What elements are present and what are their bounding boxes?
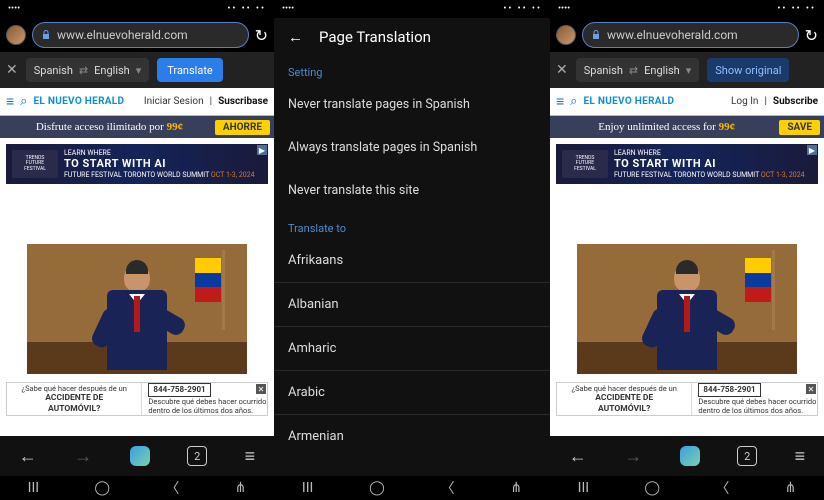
profile-avatar[interactable] bbox=[6, 25, 26, 45]
save-button[interactable]: AHORRE bbox=[215, 120, 270, 135]
copilot-icon[interactable] bbox=[130, 446, 150, 466]
promo-text: Enjoy unlimited access for 99¢ bbox=[554, 121, 779, 133]
recents-icon[interactable]: III bbox=[28, 480, 39, 496]
browser-nav: ← → 2 ≡ bbox=[550, 436, 824, 476]
url-text: www.elnuevoherald.com bbox=[57, 28, 188, 42]
url-box[interactable]: www.elnuevoherald.com bbox=[582, 22, 799, 48]
ad-close-icon[interactable]: ✕ bbox=[806, 384, 816, 394]
login-link[interactable]: Log In bbox=[731, 96, 758, 107]
refresh-icon[interactable]: ↻ bbox=[255, 26, 268, 45]
article-photo[interactable] bbox=[556, 244, 818, 374]
subscribe-link[interactable]: Subscribe bbox=[773, 96, 818, 107]
from-lang: Spanish bbox=[34, 64, 73, 77]
translate-button[interactable]: Translate bbox=[157, 58, 223, 82]
sysback-icon[interactable]: 〈 bbox=[441, 478, 455, 498]
sysback-icon[interactable]: 〈 bbox=[165, 478, 179, 498]
home-icon[interactable]: ◯ bbox=[94, 480, 110, 496]
close-icon[interactable]: ✕ bbox=[556, 62, 568, 78]
article-photo[interactable] bbox=[6, 244, 268, 374]
url-box[interactable]: www.elnuevoherald.com bbox=[32, 22, 249, 48]
translate-toolbar: ✕ Spanish ⇄ English ▾ Show original bbox=[550, 52, 824, 88]
ad-close-icon[interactable]: ▶ bbox=[257, 145, 267, 155]
forward-icon[interactable]: → bbox=[74, 446, 92, 467]
forward-icon[interactable]: → bbox=[624, 446, 642, 467]
section-translate-to: Translate to bbox=[274, 212, 550, 239]
ad-close-icon[interactable]: ✕ bbox=[256, 384, 266, 394]
language-selector[interactable]: Spanish ⇄ English ▾ bbox=[26, 58, 150, 82]
to-lang: English bbox=[94, 64, 130, 77]
lock-icon bbox=[591, 30, 601, 40]
back-icon[interactable]: ← bbox=[569, 446, 587, 467]
recents-icon[interactable]: III bbox=[578, 480, 589, 496]
brand-logo[interactable]: EL NUEVO HERALD bbox=[33, 96, 124, 107]
menu-icon[interactable]: ≡ bbox=[556, 93, 564, 110]
overflow-icon[interactable]: ≡ bbox=[245, 446, 256, 467]
status-bar: •••••• •• •• bbox=[274, 0, 550, 18]
address-bar: www.elnuevoherald.com ↻ bbox=[550, 18, 824, 52]
setting-never-translate-site[interactable]: Never translate this site bbox=[274, 169, 550, 212]
lang-option[interactable]: Afrikaans bbox=[274, 239, 550, 283]
ad-close-icon[interactable]: ▶ bbox=[807, 145, 817, 155]
url-text: www.elnuevoherald.com bbox=[607, 28, 738, 42]
address-bar: www.elnuevoherald.com ↻ bbox=[0, 18, 274, 52]
lock-icon bbox=[41, 30, 51, 40]
site-header: ≡⌕ EL NUEVO HERALD Iniciar Sesion | Susc… bbox=[0, 88, 274, 116]
lang-option[interactable]: Arabic bbox=[274, 371, 550, 415]
setting-never-translate-lang[interactable]: Never translate pages in Spanish bbox=[274, 83, 550, 126]
status-bar: •••••• •• •• bbox=[0, 0, 274, 18]
promo-banner: Enjoy unlimited access for 99¢ SAVE bbox=[550, 116, 824, 138]
fest-badge: TRENDSFUTUREFESTIVAL bbox=[562, 150, 608, 178]
tabs-button[interactable]: 2 bbox=[737, 446, 757, 466]
copilot-icon[interactable] bbox=[680, 446, 700, 466]
access-icon[interactable]: ⋔ bbox=[235, 480, 247, 496]
to-lang: English bbox=[644, 64, 680, 77]
search-icon[interactable]: ⌕ bbox=[20, 94, 27, 109]
page-title: Page Translation bbox=[319, 28, 431, 46]
menu-icon[interactable]: ≡ bbox=[6, 93, 14, 110]
browser-nav: ← → 2 ≡ bbox=[0, 436, 274, 476]
access-icon[interactable]: ⋔ bbox=[510, 480, 522, 496]
settings-header: ← Page Translation bbox=[274, 18, 550, 56]
site-header: ≡⌕ EL NUEVO HERALD Log In | Subscribe bbox=[550, 88, 824, 116]
home-icon[interactable]: ◯ bbox=[644, 480, 660, 496]
ad-top[interactable]: TRENDSFUTUREFESTIVAL LEARN WHERE TO STAR… bbox=[556, 144, 818, 184]
profile-avatar[interactable] bbox=[556, 25, 576, 45]
sysback-icon[interactable]: 〈 bbox=[715, 478, 729, 498]
translate-toolbar: ✕ Spanish ⇄ English ▾ Translate bbox=[0, 52, 274, 88]
ad-bottom[interactable]: ¿Sabe qué hacer después de un ACCIDENTE … bbox=[6, 382, 268, 416]
promo-text: Disfrute acceso ilimitado por 99¢ bbox=[4, 121, 215, 133]
system-nav: III ◯ 〈 ⋔ bbox=[274, 476, 550, 500]
login-link[interactable]: Iniciar Sesion bbox=[144, 96, 204, 107]
close-icon[interactable]: ✕ bbox=[6, 62, 18, 78]
refresh-icon[interactable]: ↻ bbox=[805, 26, 818, 45]
system-nav: III ◯ 〈 ⋔ bbox=[550, 476, 824, 500]
language-selector[interactable]: Spanish ⇄ English ▾ bbox=[576, 58, 700, 82]
search-icon[interactable]: ⌕ bbox=[570, 94, 577, 109]
status-bar: •••••• •• •• bbox=[550, 0, 824, 18]
setting-always-translate-lang[interactable]: Always translate pages in Spanish bbox=[274, 126, 550, 169]
ad-bottom[interactable]: ¿Sabe qué hacer después de un ACCIDENTE … bbox=[556, 382, 818, 416]
overflow-icon[interactable]: ≡ bbox=[795, 446, 806, 467]
access-icon[interactable]: ⋔ bbox=[785, 480, 797, 496]
section-setting: Setting bbox=[274, 56, 550, 83]
ad-top[interactable]: TRENDSFUTUREFESTIVAL LEARN WHERE TO STAR… bbox=[6, 144, 268, 184]
back-icon[interactable]: ← bbox=[19, 446, 37, 467]
brand-logo[interactable]: EL NUEVO HERALD bbox=[583, 96, 674, 107]
tabs-button[interactable]: 2 bbox=[187, 446, 207, 466]
fest-badge: TRENDSFUTUREFESTIVAL bbox=[12, 150, 58, 178]
promo-banner: Disfrute acceso ilimitado por 99¢ AHORRE bbox=[0, 116, 274, 138]
lang-option[interactable]: Armenian bbox=[274, 415, 550, 458]
recents-icon[interactable]: III bbox=[302, 480, 313, 496]
lang-option[interactable]: Albanian bbox=[274, 283, 550, 327]
lang-option[interactable]: Amharic bbox=[274, 327, 550, 371]
back-arrow-icon[interactable]: ← bbox=[288, 28, 303, 46]
system-nav: III ◯ 〈 ⋔ bbox=[0, 476, 274, 500]
subscribe-link[interactable]: Suscribase bbox=[218, 96, 268, 107]
save-button[interactable]: SAVE bbox=[779, 120, 820, 135]
show-original-button[interactable]: Show original bbox=[707, 58, 789, 82]
home-icon[interactable]: ◯ bbox=[369, 480, 385, 496]
from-lang: Spanish bbox=[584, 64, 623, 77]
